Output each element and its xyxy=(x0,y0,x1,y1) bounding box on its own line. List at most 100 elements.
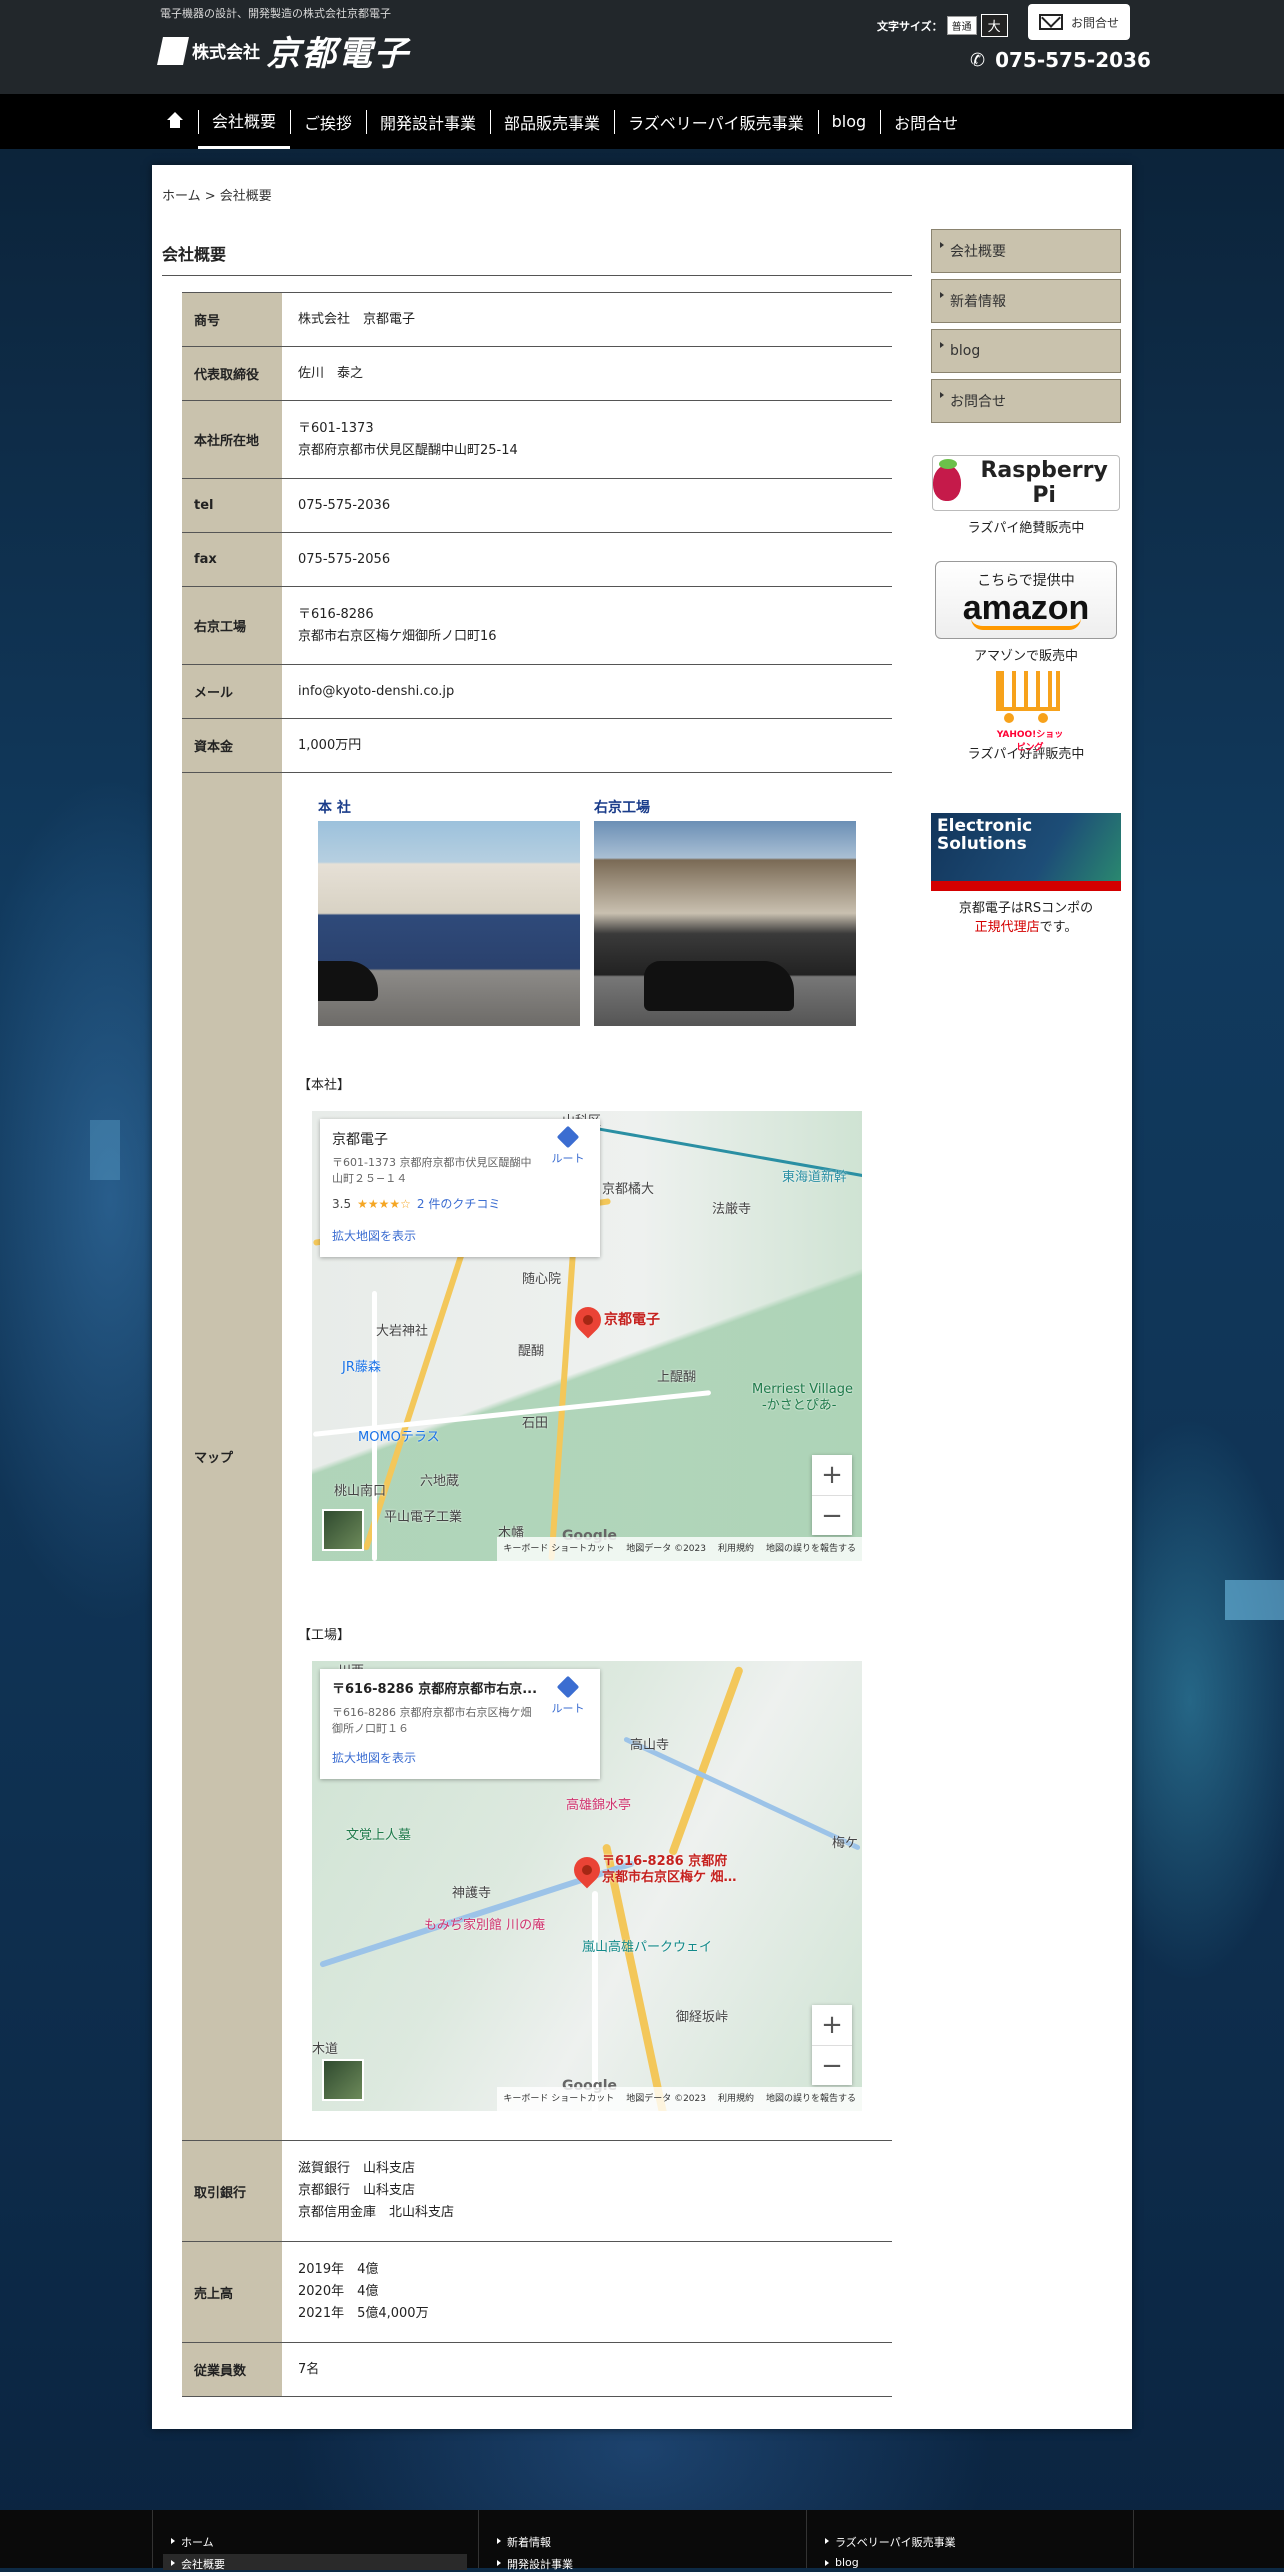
row-label: fax xyxy=(182,532,282,587)
nav-home[interactable] xyxy=(152,94,198,149)
representative: 佐川 泰之 xyxy=(282,346,892,401)
site-footer: ホーム 会社概要 新着情報 開発設計事業 ラズベリーパイ販売事業 blog xyxy=(0,2510,1284,2571)
zoom-in-button[interactable]: + xyxy=(812,2005,852,2045)
row-label: 本社所在地 xyxy=(182,400,282,479)
hq-map[interactable]: 京都橘大 法厳寺 随心院 大岩神社 醍醐 JR藤森 上醍醐 Merriest V… xyxy=(312,1111,862,1561)
row-label: 売上高 xyxy=(182,2241,282,2343)
table-row: 従業員数 7名 xyxy=(182,2342,892,2397)
raspberry-pi-banner[interactable]: Raspberry Pi ラズパイ絶賛販売中 xyxy=(931,455,1121,536)
sidebar-item-news[interactable]: 新着情報 xyxy=(931,279,1121,323)
map-terms-link[interactable]: 利用規約 xyxy=(718,1538,754,1560)
map-enlarge-link[interactable]: 拡大地図を表示 xyxy=(332,1225,588,1247)
nav-company[interactable]: 会社概要 xyxy=(198,94,291,149)
star-rating-icon: ★★★★☆ xyxy=(357,1197,411,1211)
logo-prefix: 株式会社 xyxy=(192,43,260,63)
content-panel: ホーム > 会社概要 会社概要 商号 株式会社 京都電子 代表取締役 佐川 泰之… xyxy=(152,165,1132,2429)
rs-caption: 京都電子はRSコンポの xyxy=(958,901,1094,916)
site-tagline: 電子機器の設計、開発製造の株式会社京都電子 xyxy=(160,7,391,20)
header-phone-number: 075-575-2036 xyxy=(995,48,1151,72)
row-label: 従業員数 xyxy=(182,2342,282,2397)
map-label: 随心院 xyxy=(522,1272,562,1287)
map-label: 桃山南口 xyxy=(334,1484,387,1499)
map-place-address: 〒601-1373 京都府京都市伏見区醍醐中山町２５−１４ xyxy=(332,1156,532,1185)
map-route-button[interactable]: ルート xyxy=(548,1675,588,1720)
map-satellite-toggle[interactable] xyxy=(322,2059,364,2101)
map-infobox: 〒616-8286 京都府京都市右京... 〒616-8286 京都府京都市右京… xyxy=(320,1669,600,1779)
map-label: 文覚上人墓 xyxy=(346,1828,412,1843)
table-row: 商号 株式会社 京都電子 xyxy=(182,292,892,347)
breadcrumb: ホーム > 会社概要 xyxy=(162,185,272,204)
car-shape xyxy=(318,961,378,1001)
factory-street: 京都市右京区梅ケ畑御所ノ口町16 xyxy=(298,628,497,644)
map-attribution: キーボード ショートカット 地図データ ©2023 利用規約 地図の誤りを報告す… xyxy=(497,1537,862,1561)
electronic-solutions-title: Electronic Solutions xyxy=(937,816,1033,854)
font-size-switcher: 文字サイズ： 普通 大 xyxy=(877,14,1008,37)
raspberry-icon xyxy=(933,459,962,501)
table-row: 右京工場 〒616-8286 京都市右京区梅ケ畑御所ノ口町16 xyxy=(182,586,892,665)
map-reviews-link[interactable]: 2 件のクチコミ xyxy=(417,1193,500,1215)
factory-map[interactable]: 高山寺 高雄錦水亭 文覚上人墓 神護寺 もみぢ家別館 川の庵 嵐山高雄パークウェ… xyxy=(312,1661,862,2111)
breadcrumb-home[interactable]: ホーム xyxy=(162,189,201,204)
sidebar-item-company[interactable]: 会社概要 xyxy=(931,229,1121,273)
factory-photo-caption: 右京工場 xyxy=(594,800,650,816)
footer-link-news[interactable]: 新着情報 xyxy=(493,2534,551,2550)
header-contact-button[interactable]: お問合せ xyxy=(1028,4,1130,40)
phone-icon: ✆ xyxy=(970,49,986,71)
mail-value[interactable]: info@kyoto-denshi.co.jp xyxy=(282,664,892,719)
nav-blog[interactable]: blog xyxy=(817,94,881,149)
hq-street: 京都府京都市伏見区醍醐中山町25-14 xyxy=(298,442,518,458)
footer-link-raspberry-pi[interactable]: ラズベリーパイ販売事業 xyxy=(821,2534,956,2550)
footer-link-development[interactable]: 開発設計事業 xyxy=(493,2556,573,2572)
map-route-button[interactable]: ルート xyxy=(548,1125,588,1170)
amazon-logo-top: こちらで提供中 xyxy=(977,573,1075,589)
map-pin-label: 京都電子 xyxy=(604,1312,660,1328)
map-pin-icon[interactable] xyxy=(569,1301,607,1339)
sales-value: 2019年 4億 2020年 4億 2021年 5億4,000万 xyxy=(282,2241,892,2343)
footer-link-home[interactable]: ホーム xyxy=(167,2534,214,2550)
yahoo-banner[interactable]: YAHOO!ショッピング ラズパイ好評販売中 xyxy=(931,665,1121,762)
nav-raspberry-pi[interactable]: ラズベリーパイ販売事業 xyxy=(614,94,818,149)
nav-contact[interactable]: お問合せ xyxy=(880,94,972,149)
map-data-label: 地図データ ©2023 xyxy=(626,1544,706,1554)
map-shortcuts-link[interactable]: キーボード ショートカット xyxy=(503,2088,614,2110)
home-icon xyxy=(166,111,184,130)
map-shortcuts-link[interactable]: キーボード ショートカット xyxy=(503,1538,614,1560)
zoom-out-button[interactable]: − xyxy=(812,1495,852,1536)
sidebar-item-contact[interactable]: お問合せ xyxy=(931,379,1121,423)
factory-address: 〒616-8286 京都市右京区梅ケ畑御所ノ口町16 xyxy=(282,586,892,665)
zoom-out-button[interactable]: − xyxy=(812,2045,852,2086)
nav-development[interactable]: 開発設計事業 xyxy=(366,94,490,149)
amazon-banner[interactable]: こちらで提供中 amazon アマゾンで販売中 xyxy=(931,561,1121,664)
map-label: -かさとぴあ- xyxy=(762,1398,837,1413)
footer-link-blog[interactable]: blog xyxy=(821,2556,859,2569)
rs-components-banner[interactable]: Electronic Solutions 京都電子はRSコンポの 正規代理店です… xyxy=(931,813,1121,935)
car-shape xyxy=(644,961,794,1011)
map-report-link[interactable]: 地図の誤りを報告する xyxy=(766,1538,856,1560)
map-report-link[interactable]: 地図の誤りを報告する xyxy=(766,2088,856,2110)
site-logo[interactable]: 株式会社 京都電子 xyxy=(157,26,410,75)
map-label: 大岩神社 xyxy=(376,1324,429,1339)
map-enlarge-link[interactable]: 拡大地図を表示 xyxy=(332,1747,588,1769)
font-normal-button[interactable]: 普通 xyxy=(946,16,977,35)
map-terms-link[interactable]: 利用規約 xyxy=(718,2088,754,2110)
font-large-button[interactable]: 大 xyxy=(980,14,1008,37)
electronic-solutions-banner: Electronic Solutions xyxy=(931,813,1121,891)
sidebar-item-blog[interactable]: blog xyxy=(931,329,1121,373)
zoom-in-button[interactable]: + xyxy=(812,1455,852,1495)
map-zoom-control: + − xyxy=(812,2005,852,2085)
nav-greeting[interactable]: ご挨拶 xyxy=(290,94,366,149)
fax-value: 075-575-2056 xyxy=(282,532,892,587)
amazon-smile-icon xyxy=(971,618,1081,630)
footer-link-company[interactable]: 会社概要 xyxy=(167,2556,225,2572)
amazon-caption: アマゾンで販売中 xyxy=(973,649,1078,664)
table-row: tel 075-575-2036 xyxy=(182,478,892,533)
tel-value: 075-575-2036 xyxy=(282,478,892,533)
map-satellite-toggle[interactable] xyxy=(322,1509,364,1551)
authorized-dealer-link[interactable]: 正規代理店 xyxy=(975,920,1040,935)
nav-parts[interactable]: 部品販売事業 xyxy=(490,94,614,149)
header-contact-label: お問合せ xyxy=(1070,15,1119,30)
map-label: もみぢ家別館 川の庵 xyxy=(424,1918,546,1933)
row-label: 代表取締役 xyxy=(182,346,282,401)
map-rating: 3.5 ★★★★☆ 2 件のクチコミ xyxy=(332,1193,588,1215)
banks-value: 滋賀銀行 山科支店 京都銀行 山科支店 京都信用金庫 北山科支店 xyxy=(282,2140,892,2242)
